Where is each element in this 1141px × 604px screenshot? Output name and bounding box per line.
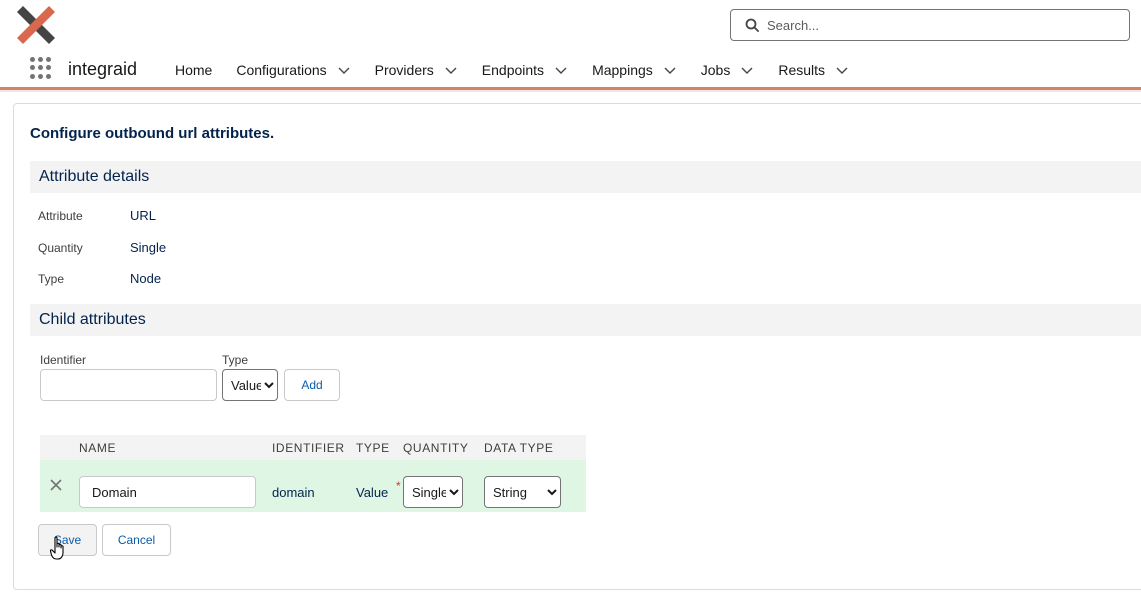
- chevron-down-icon[interactable]: [337, 63, 351, 77]
- integraid-logo-icon[interactable]: [17, 6, 55, 44]
- nav-shadow: [0, 90, 1141, 92]
- search-icon: [745, 18, 759, 32]
- column-header-type: TYPE: [356, 441, 390, 455]
- nav-item-label: Mappings: [592, 62, 653, 78]
- type-label: Type: [222, 353, 249, 367]
- detail-value-type: Node: [130, 271, 162, 286]
- nav-item-label: Endpoints: [481, 62, 545, 78]
- detail-label-quantity: Quantity: [38, 241, 83, 255]
- detail-label-attribute: Attribute: [38, 209, 83, 223]
- identifier-input[interactable]: [40, 369, 217, 401]
- type-select[interactable]: Value: [222, 369, 278, 401]
- quantity-select[interactable]: Single: [403, 476, 463, 508]
- close-icon[interactable]: [49, 478, 63, 492]
- detail-value-attribute: URL: [130, 208, 157, 223]
- page-title: Configure outbound url attributes.: [30, 125, 275, 142]
- name-input[interactable]: [79, 476, 256, 508]
- column-header-identifier: IDENTIFIER: [272, 441, 345, 455]
- child-attributes-header: Child attributes: [30, 304, 1141, 336]
- cancel-button[interactable]: Cancel: [102, 524, 171, 556]
- detail-label-type: Type: [38, 272, 65, 286]
- column-header-data-type: DATA TYPE: [484, 441, 554, 455]
- detail-value-quantity: Single: [130, 240, 167, 255]
- data-type-select[interactable]: String: [484, 476, 561, 508]
- column-header-quantity: QUANTITY: [403, 441, 469, 455]
- required-marker: *: [396, 479, 401, 493]
- nav-item-mappings[interactable]: Mappings: [592, 53, 677, 87]
- app-name: integraid: [68, 59, 138, 79]
- nav-menu: Home Configurations Providers Endpoints …: [175, 53, 873, 87]
- nav-item-home[interactable]: Home: [175, 53, 212, 87]
- nav-item-providers[interactable]: Providers: [375, 53, 458, 87]
- app-header: integraid Home Configurations Providers …: [0, 0, 1141, 92]
- nav-item-label: Providers: [374, 62, 434, 78]
- nav-item-label: Home: [175, 62, 213, 78]
- table-header-row: NAME IDENTIFIER TYPE QUANTITY DATA TYPE: [40, 435, 586, 460]
- table-row: domain Value * Single String: [40, 460, 586, 512]
- search-box[interactable]: [730, 9, 1130, 41]
- attribute-config-card: Configure outbound url attributes. Attri…: [13, 103, 1141, 590]
- column-header-name: NAME: [79, 441, 117, 455]
- chevron-down-icon[interactable]: [554, 63, 568, 77]
- add-button[interactable]: Add: [284, 369, 340, 401]
- nav-item-label: Configurations: [236, 62, 327, 78]
- chevron-down-icon[interactable]: [835, 63, 849, 77]
- child-attributes-table: NAME IDENTIFIER TYPE QUANTITY DATA TYPE …: [40, 435, 586, 512]
- nav-item-endpoints[interactable]: Endpoints: [482, 53, 568, 87]
- nav-item-label: Results: [778, 62, 826, 78]
- nav-item-jobs[interactable]: Jobs: [701, 53, 755, 87]
- chevron-down-icon[interactable]: [663, 63, 677, 77]
- attribute-details-header: Attribute details: [30, 161, 1141, 193]
- nav-item-label: Jobs: [700, 62, 731, 78]
- app-launcher-icon[interactable]: [30, 57, 52, 79]
- nav-item-results[interactable]: Results: [778, 53, 849, 87]
- identifier-cell: domain: [272, 485, 315, 500]
- chevron-down-icon[interactable]: [444, 63, 458, 77]
- identifier-label: Identifier: [40, 353, 87, 367]
- chevron-down-icon[interactable]: [740, 63, 754, 77]
- nav-bar: integraid Home Configurations Providers …: [0, 53, 1141, 87]
- nav-item-configurations[interactable]: Configurations: [236, 53, 350, 87]
- type-cell: Value: [356, 485, 389, 500]
- save-button[interactable]: Save: [38, 524, 97, 556]
- search-input[interactable]: [767, 17, 1107, 33]
